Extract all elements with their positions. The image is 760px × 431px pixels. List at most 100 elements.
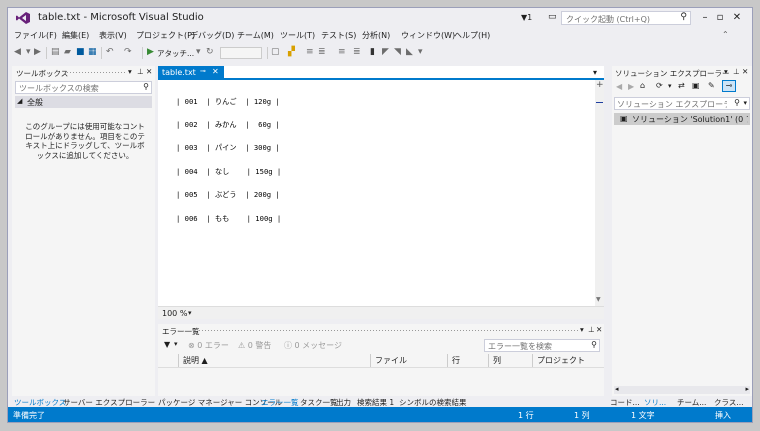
panel-menu-icon[interactable]: ▾ bbox=[724, 67, 728, 76]
home-icon[interactable]: ⌂ bbox=[640, 81, 645, 90]
menu-debug[interactable]: デバッグ(D) bbox=[190, 30, 234, 41]
forward-icon[interactable]: ▶ bbox=[34, 47, 41, 57]
warnings-filter-button[interactable]: ⚠ 0 警告 bbox=[238, 340, 271, 351]
toolbox-search-input[interactable]: ツールボックスの検索 ⚲ bbox=[15, 81, 152, 94]
back-icon[interactable]: ◀ bbox=[14, 47, 21, 57]
menu-project[interactable]: プロジェクト(P) bbox=[136, 30, 195, 41]
menu-edit[interactable]: 編集(E) bbox=[62, 30, 89, 41]
sync-icon[interactable]: ⟳ bbox=[656, 81, 663, 90]
find-icon[interactable]: ▢ bbox=[271, 47, 280, 57]
indent-icon[interactable]: ≡ bbox=[306, 47, 314, 57]
error-list-search-input[interactable]: エラー一覧を検索 ⚲ bbox=[484, 339, 600, 352]
close-icon[interactable]: ✕ bbox=[742, 67, 748, 76]
filter-dropdown-icon[interactable]: ▾ bbox=[174, 340, 178, 348]
refresh-icon[interactable]: ⇄ bbox=[678, 81, 685, 90]
menu-view[interactable]: 表示(V) bbox=[99, 30, 127, 41]
title-bar: table.txt - Microsoft Visual Studio ▼1 ▭… bbox=[8, 8, 752, 28]
solution-explorer-search-input[interactable]: ソリューション エクスプローラー の検索 ( ⚲ ▾ bbox=[614, 97, 750, 110]
back-icon[interactable]: ◀ bbox=[616, 82, 622, 91]
menu-team[interactable]: チーム(M) bbox=[237, 30, 274, 41]
save-all-icon[interactable]: ▦ bbox=[88, 47, 97, 57]
outdent-icon[interactable]: ≣ bbox=[318, 47, 326, 57]
pin-icon[interactable]: ⊥ bbox=[137, 67, 144, 76]
zoom-dropdown-icon[interactable]: ▾ bbox=[188, 309, 192, 317]
redo-icon[interactable]: ↷ bbox=[124, 47, 132, 57]
column-file[interactable]: ファイル bbox=[370, 354, 407, 367]
column-column[interactable]: 列 bbox=[488, 354, 501, 367]
undo-icon[interactable]: ↶ bbox=[106, 47, 114, 57]
search-icon: ⚲ bbox=[734, 98, 740, 107]
error-list-title: エラー一覧 bbox=[162, 327, 200, 336]
dropdown-icon[interactable]: ▾ bbox=[26, 47, 31, 57]
clear-bookmark-icon[interactable]: ◣ bbox=[406, 47, 413, 57]
prev-bookmark-icon[interactable]: ◤ bbox=[382, 47, 389, 57]
save-icon[interactable]: ■ bbox=[76, 47, 85, 57]
close-button[interactable]: ✕ bbox=[730, 11, 744, 25]
new-project-icon[interactable]: ▤ bbox=[51, 47, 60, 57]
attach-dropdown-icon[interactable]: ▾ bbox=[196, 47, 201, 57]
quick-launch-input[interactable]: クイック起動 (Ctrl+Q) ⚲ bbox=[561, 11, 691, 25]
pin-icon[interactable]: ⊥ bbox=[588, 325, 595, 334]
sync-dropdown-icon[interactable]: ▾ bbox=[668, 82, 672, 90]
errors-filter-button[interactable]: ⊗ 0 エラー bbox=[188, 340, 229, 351]
bookmark-icon[interactable]: ▮ bbox=[370, 47, 375, 57]
close-tab-icon[interactable]: ✕ bbox=[212, 67, 219, 76]
vertical-scrollbar[interactable]: + ▼ bbox=[595, 80, 604, 306]
attach-button[interactable]: アタッチ... bbox=[157, 48, 194, 59]
config-dropdown[interactable] bbox=[220, 47, 262, 59]
scroll-down-icon[interactable]: ▼ bbox=[596, 296, 601, 303]
error-icon: ⊗ bbox=[188, 341, 198, 350]
toolbox-search-placeholder: ツールボックスの検索 bbox=[19, 84, 99, 93]
search-options-icon[interactable]: ▾ bbox=[743, 99, 747, 107]
menu-overflow-icon[interactable]: ⌃ bbox=[722, 30, 729, 39]
minimize-button[interactable]: – bbox=[698, 11, 712, 25]
zoom-level[interactable]: 100 % bbox=[162, 309, 187, 318]
tab-table-txt[interactable]: table.txt ⊸ ✕ bbox=[158, 66, 224, 78]
column-project[interactable]: プロジェクト bbox=[532, 354, 585, 367]
scroll-caret-marker bbox=[596, 102, 603, 103]
close-icon[interactable]: ✕ bbox=[146, 67, 152, 76]
menu-file[interactable]: ファイル(F) bbox=[14, 30, 57, 41]
tab-label: table.txt bbox=[162, 68, 196, 77]
editor-text-area[interactable]: | 001 | りんご | 120g | | 002 | みかん | 60g |… bbox=[158, 80, 604, 306]
menu-test[interactable]: テスト(S) bbox=[321, 30, 356, 41]
uncomment-icon[interactable]: ≣ bbox=[353, 47, 361, 57]
column-description[interactable]: 説明 ▲ bbox=[178, 354, 208, 367]
collapse-all-icon[interactable]: ▣ bbox=[692, 81, 700, 90]
menu-tools[interactable]: ツール(T) bbox=[280, 30, 315, 41]
pin-tab-icon[interactable]: ⊸ bbox=[200, 67, 206, 75]
highlight-icon[interactable]: ▞ bbox=[288, 47, 295, 57]
properties-icon[interactable]: ✎ bbox=[708, 81, 715, 90]
start-icon[interactable]: ▶ bbox=[147, 47, 154, 57]
column-line[interactable]: 行 bbox=[447, 354, 460, 367]
notifications-button[interactable]: ▼1 bbox=[521, 13, 532, 22]
pin-icon[interactable]: ⊥ bbox=[733, 67, 740, 76]
toolbox-group-general[interactable]: ◢ 全般 bbox=[15, 96, 152, 108]
solution-tree-item[interactable]: ▣ ソリューション 'Solution1' (0 プロジェクト bbox=[614, 113, 750, 125]
code-line: | 001 | りんご | 120g | bbox=[176, 96, 280, 106]
panel-menu-icon[interactable]: ▾ bbox=[580, 325, 584, 334]
tab-dropdown-icon[interactable]: ▾ bbox=[593, 68, 597, 77]
toolbar-options-icon[interactable]: ▾ bbox=[418, 47, 423, 57]
refresh-icon[interactable]: ↻ bbox=[206, 47, 214, 57]
code-line: | 002 | みかん | 60g | bbox=[176, 119, 280, 129]
comment-icon[interactable]: ≡ bbox=[338, 47, 346, 57]
menu-analyze[interactable]: 分析(N) bbox=[362, 30, 390, 41]
menu-window[interactable]: ウィンドウ(W) bbox=[401, 30, 455, 41]
feedback-icon[interactable]: ▭ bbox=[548, 12, 557, 22]
horizontal-scrollbar[interactable]: ◂ ▸ bbox=[614, 385, 750, 394]
error-list-header: エラー一覧 ▾ ⊥ ✕ bbox=[158, 324, 604, 337]
preview-toggle-icon[interactable]: ⊸ bbox=[722, 80, 736, 92]
split-icon[interactable]: + bbox=[596, 80, 604, 90]
next-bookmark-icon[interactable]: ◥ bbox=[394, 47, 401, 57]
filter-icon[interactable]: ▼ bbox=[164, 340, 170, 349]
forward-icon[interactable]: ▶ bbox=[628, 82, 634, 91]
close-icon[interactable]: ✕ bbox=[596, 325, 602, 334]
panel-menu-icon[interactable]: ▾ bbox=[128, 67, 132, 76]
menu-help[interactable]: ヘルプ(H) bbox=[454, 30, 490, 41]
open-file-icon[interactable]: ▰ bbox=[64, 47, 71, 57]
scroll-left-icon[interactable]: ◂ bbox=[615, 385, 619, 393]
scroll-right-icon[interactable]: ▸ bbox=[745, 385, 749, 393]
messages-filter-button[interactable]: ⓘ 0 メッセージ bbox=[284, 340, 342, 351]
maximize-button[interactable]: ▫ bbox=[713, 11, 727, 25]
